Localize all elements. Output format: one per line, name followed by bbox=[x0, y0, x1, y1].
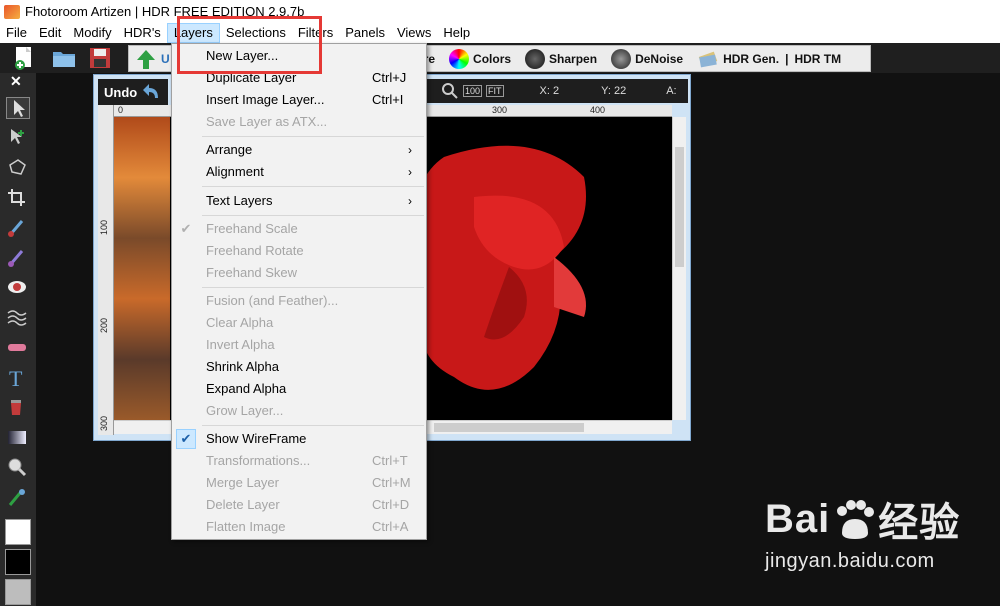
crop-icon[interactable] bbox=[6, 187, 30, 209]
layers-dropdown-menu: New Layer... Duplicate Layer Ctrl+J Inser… bbox=[171, 43, 427, 540]
close-panel-icon[interactable]: ✕ bbox=[10, 73, 22, 90]
secondary-color-swatch[interactable] bbox=[5, 549, 31, 575]
save-disk-icon[interactable] bbox=[86, 45, 114, 71]
menu-item-freehand-skew[interactable]: Freehand Skew bbox=[172, 262, 426, 284]
menu-item-freehand-rotate[interactable]: Freehand Rotate bbox=[172, 240, 426, 262]
x-coordinate: X: 2 bbox=[539, 85, 560, 97]
select-arrow-icon[interactable] bbox=[6, 97, 30, 119]
title-bar: Fhotoroom Artizen | HDR FREE EDITION 2.9… bbox=[0, 0, 1000, 23]
menu-bar: File Edit Modify HDR's Layers Selections… bbox=[0, 23, 1000, 43]
submenu-arrow-icon: › bbox=[408, 165, 412, 179]
smudge-waves-icon[interactable] bbox=[6, 307, 30, 329]
menu-item-alignment[interactable]: Alignment › bbox=[172, 161, 426, 183]
tertiary-color-swatch[interactable] bbox=[5, 579, 31, 605]
up-arrow-icon bbox=[137, 49, 155, 69]
menu-item-transformations[interactable]: Transformations... Ctrl+T bbox=[172, 450, 426, 472]
menu-panels[interactable]: Panels bbox=[339, 23, 391, 43]
vertical-scrollbar[interactable] bbox=[672, 117, 686, 420]
menu-separator bbox=[202, 425, 424, 426]
document-status-bar: 100 FIT X: 2 Y: 22 A: bbox=[425, 79, 688, 103]
menu-item-show-wireframe[interactable]: ✔ Show WireFrame bbox=[172, 428, 426, 450]
undo-arrow-icon bbox=[143, 84, 159, 98]
hdr-gen-button[interactable]: HDR Gen. | HDR TM bbox=[697, 48, 841, 70]
undo-button[interactable]: Undo bbox=[98, 79, 168, 105]
eyedropper-icon[interactable] bbox=[6, 487, 30, 509]
text-tool-icon[interactable]: T bbox=[6, 366, 30, 391]
add-selection-icon[interactable] bbox=[6, 127, 30, 149]
new-document-icon[interactable] bbox=[10, 45, 38, 71]
menu-separator bbox=[202, 215, 424, 216]
clone-brush-icon[interactable] bbox=[6, 247, 30, 269]
menu-file[interactable]: File bbox=[0, 23, 33, 43]
menu-item-arrange[interactable]: Arrange › bbox=[172, 139, 426, 161]
menu-item-shrink-alpha[interactable]: Shrink Alpha bbox=[172, 356, 426, 378]
menu-item-grow-layer[interactable]: Grow Layer... bbox=[172, 400, 426, 422]
eraser-icon[interactable] bbox=[6, 337, 30, 359]
hdr-stack-icon bbox=[698, 51, 718, 67]
menu-item-fusion-feather[interactable]: Fusion (and Feather)... bbox=[172, 290, 426, 312]
menu-item-invert-alpha[interactable]: Invert Alpha bbox=[172, 334, 426, 356]
upload-button[interactable]: U bbox=[135, 48, 170, 70]
sharpen-button[interactable]: Sharpen bbox=[525, 48, 597, 69]
menu-item-delete-layer[interactable]: Delete Layer Ctrl+D bbox=[172, 494, 426, 516]
horizontal-scroll-thumb[interactable] bbox=[434, 423, 584, 432]
menu-separator bbox=[202, 287, 424, 288]
left-ruler: 100 200 300 bbox=[98, 105, 114, 435]
submenu-arrow-icon: › bbox=[408, 143, 412, 157]
denoise-icon bbox=[611, 48, 632, 69]
paint-bucket-icon[interactable] bbox=[6, 397, 30, 419]
checkmark-icon: ✔ bbox=[176, 429, 196, 449]
menu-item-text-layers[interactable]: Text Layers › bbox=[172, 190, 426, 212]
paw-icon bbox=[837, 500, 875, 539]
baidu-url: jingyan.baidu.com bbox=[765, 550, 935, 572]
menu-item-save-layer-atx[interactable]: Save Layer as ATX... bbox=[172, 111, 426, 133]
svg-text:T: T bbox=[9, 367, 23, 389]
colors-button[interactable]: Colors bbox=[449, 48, 511, 69]
baidu-watermark: Bai 经验 jingyan.baidu.com bbox=[765, 490, 960, 573]
open-folder-icon[interactable] bbox=[50, 45, 78, 71]
lasso-icon[interactable] bbox=[6, 157, 30, 179]
sharpen-icon bbox=[525, 48, 546, 69]
main-toolbar: U sure Colors Sharpen DeNoise HDR Gen. |… bbox=[0, 43, 1000, 73]
menu-separator bbox=[202, 186, 424, 187]
zoom-100-button[interactable]: 100 bbox=[463, 85, 483, 97]
checkmark-icon: ✔ bbox=[180, 221, 192, 236]
y-coordinate: Y: 22 bbox=[601, 85, 627, 97]
menu-views[interactable]: Views bbox=[391, 23, 437, 43]
primary-color-swatch[interactable] bbox=[5, 519, 31, 545]
tools-panel: ✕ T bbox=[0, 73, 36, 606]
red-eye-icon[interactable] bbox=[6, 277, 30, 299]
alpha-readout: A: bbox=[666, 85, 677, 97]
zoom-fit-button[interactable]: FIT bbox=[486, 85, 504, 97]
menu-hdrs[interactable]: HDR's bbox=[118, 23, 167, 43]
app-logo-icon bbox=[4, 4, 20, 19]
denoise-button[interactable]: DeNoise bbox=[611, 48, 683, 69]
zoom-tool-icon[interactable] bbox=[6, 457, 30, 479]
menu-item-merge-layer[interactable]: Merge Layer Ctrl+M bbox=[172, 472, 426, 494]
gradient-icon[interactable] bbox=[6, 427, 30, 449]
color-wheel-icon bbox=[449, 48, 470, 69]
baidu-logo: Bai 经验 bbox=[765, 496, 961, 546]
menu-help[interactable]: Help bbox=[437, 23, 476, 43]
menu-item-insert-image-layer[interactable]: Insert Image Layer... Ctrl+I bbox=[172, 89, 426, 111]
brush-icon[interactable] bbox=[6, 217, 30, 239]
submenu-arrow-icon: › bbox=[408, 194, 412, 208]
hdr-tm-button[interactable]: HDR TM bbox=[794, 52, 841, 66]
menu-edit[interactable]: Edit bbox=[33, 23, 67, 43]
vertical-scroll-thumb[interactable] bbox=[675, 147, 684, 267]
zoom-in-icon[interactable] bbox=[441, 82, 459, 100]
menu-item-flatten-image[interactable]: Flatten Image Ctrl+A bbox=[172, 516, 426, 538]
highlight-annotation-box bbox=[177, 16, 322, 74]
menu-separator bbox=[202, 136, 424, 137]
menu-item-expand-alpha[interactable]: Expand Alpha bbox=[172, 378, 426, 400]
menu-item-freehand-scale[interactable]: ✔ Freehand Scale bbox=[172, 218, 426, 240]
menu-item-clear-alpha[interactable]: Clear Alpha bbox=[172, 312, 426, 334]
menu-modify[interactable]: Modify bbox=[67, 23, 117, 43]
